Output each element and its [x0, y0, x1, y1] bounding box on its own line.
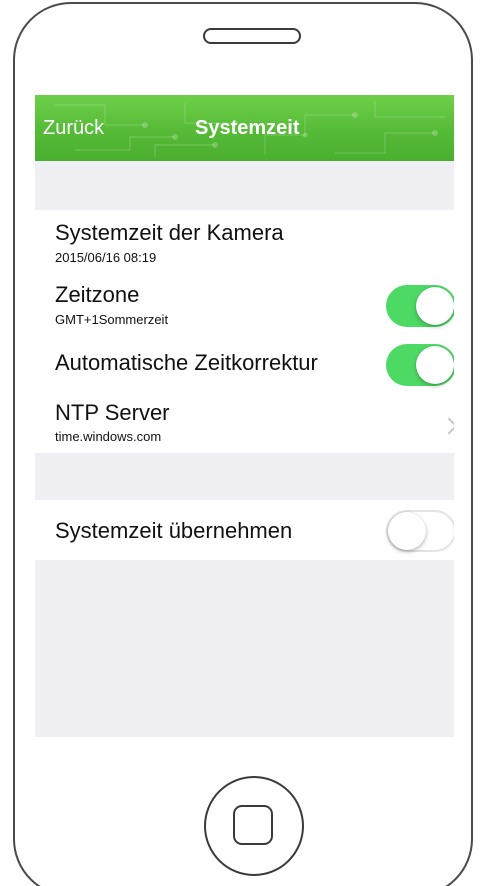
app-screen: Zurück Systemzeit Systemzeit der Kamera … [35, 95, 454, 737]
toggle-knob [416, 346, 454, 384]
ntp-server-label: NTP Server [55, 400, 170, 425]
camera-time-label: Systemzeit der Kamera [55, 220, 284, 245]
phone-mockup: Zurück Systemzeit Systemzeit der Kamera … [0, 0, 486, 886]
page-title: Systemzeit [195, 117, 300, 139]
list-item-adopt-time: Systemzeit übernehmen [35, 500, 454, 560]
chevron-right-icon[interactable] [440, 417, 454, 435]
settings-group-adopt: Systemzeit übernehmen [35, 500, 454, 560]
ntp-server-value: time.windows.com [55, 429, 162, 444]
back-button[interactable]: Zurück [43, 117, 104, 140]
toggle-knob [388, 512, 426, 550]
settings-group-time: Systemzeit der Kamera 2015/06/16 08:19 Z… [35, 210, 454, 453]
auto-correction-label: Automatische Zeitkorrektur [55, 350, 318, 375]
list-item-auto-correction: Automatische Zeitkorrektur [35, 330, 454, 386]
list-item-timezone[interactable]: Zeitzone GMT+1Sommerzeit [35, 270, 454, 330]
list-item-camera-time: Systemzeit der Kamera 2015/06/16 08:19 [35, 210, 454, 270]
home-square-icon [233, 805, 273, 845]
list-item-ntp-server[interactable]: NTP Server time.windows.com [35, 390, 454, 453]
adopt-time-label: Systemzeit übernehmen [55, 518, 293, 543]
timezone-value: GMT+1Sommerzeit [55, 312, 169, 327]
adopt-time-toggle[interactable] [386, 510, 454, 552]
timezone-label: Zeitzone [55, 282, 140, 307]
navigation-bar: Zurück Systemzeit [35, 95, 454, 161]
timezone-toggle[interactable] [386, 285, 454, 327]
phone-speaker [203, 28, 301, 44]
camera-time-value: 2015/06/16 08:19 [55, 250, 157, 265]
toggle-knob [416, 287, 454, 325]
auto-correction-toggle[interactable] [386, 344, 454, 386]
